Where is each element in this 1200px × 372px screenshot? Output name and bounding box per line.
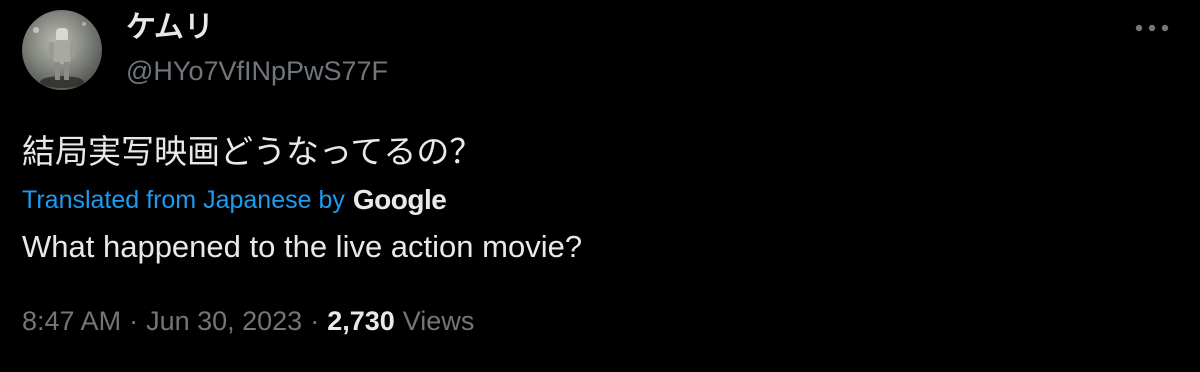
translation-attribution: Translated from Japanese by Google (22, 182, 447, 218)
translated-from-link[interactable]: Translated from Japanese by (22, 186, 345, 215)
tweet-meta: 8:47 AM · Jun 30, 2023 · 2,730 Views (22, 302, 474, 340)
meta-separator: · (129, 305, 139, 336)
meta-separator: · (310, 305, 320, 336)
views-count[interactable]: 2,730 (327, 306, 395, 337)
tweet-text: 結局実写映画どうなってるの？ (22, 132, 483, 171)
translated-text: What happened to the live action movie? (22, 229, 583, 264)
author-handle[interactable]: @HYo7VfINpPwS77F (126, 53, 388, 89)
avatar[interactable] (22, 10, 102, 90)
google-logo: Google (352, 184, 447, 215)
author-display-name[interactable]: ケムリ (126, 8, 214, 48)
more-options-button[interactable] (1130, 14, 1174, 42)
more-horizontal-icon (1135, 24, 1169, 32)
tweet-date[interactable]: Jun 30, 2023 (146, 306, 302, 337)
views-label: Views (402, 305, 475, 336)
avatar-image (33, 22, 86, 88)
tweet-time[interactable]: 8:47 AM (22, 306, 121, 337)
tweet: ケムリ @HYo7VfINpPwS77F 結局実写映画どうなってるの？ Tran… (0, 0, 1200, 372)
